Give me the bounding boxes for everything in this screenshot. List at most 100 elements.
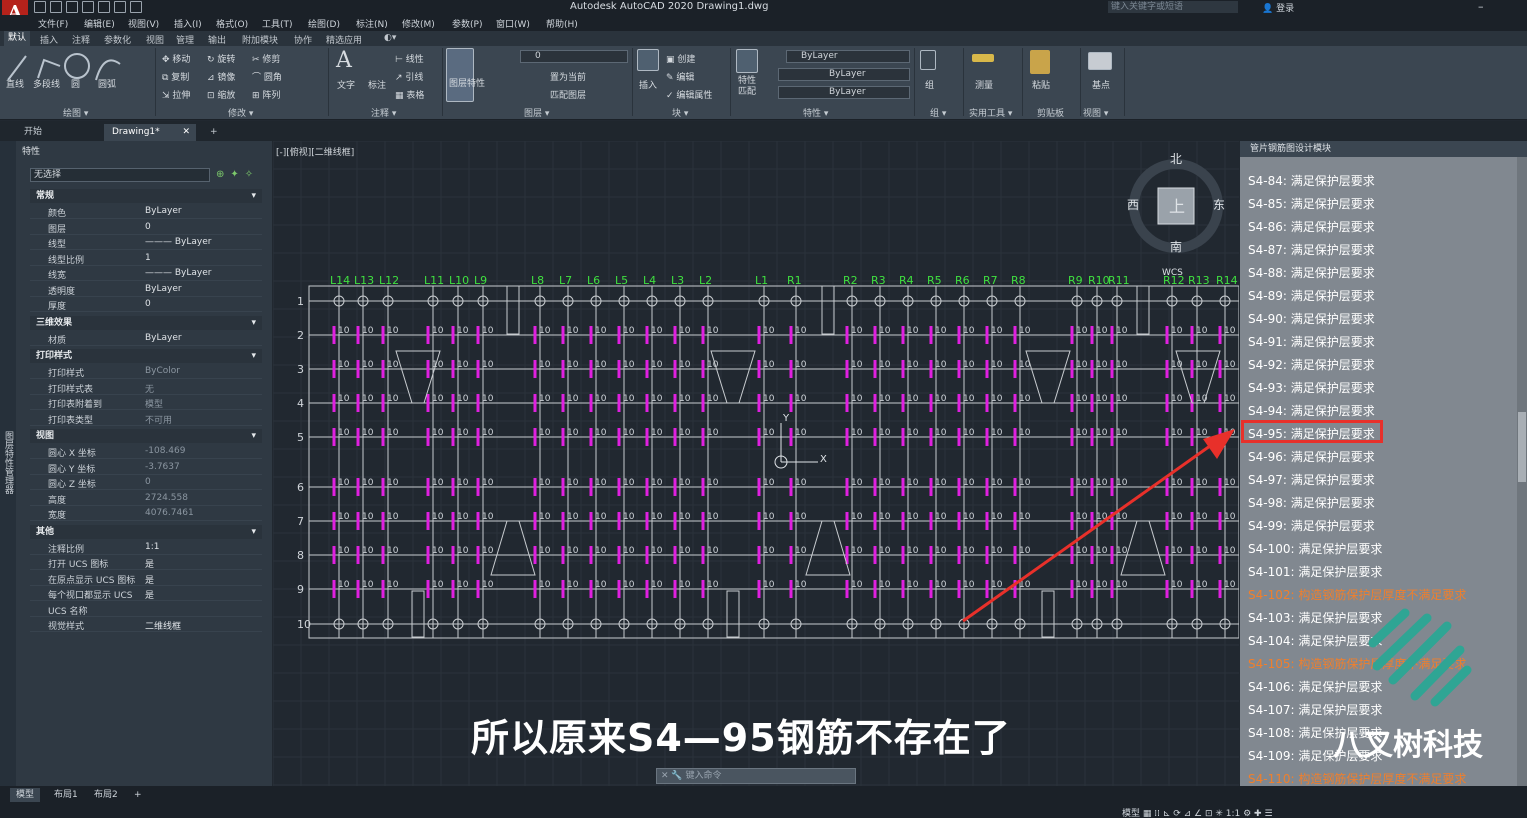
check-result-item[interactable]: S4-97: 满足保护层要求 <box>1248 471 1375 488</box>
check-result-item[interactable]: S4-85: 满足保护层要求 <box>1248 195 1375 212</box>
panel-title-properties[interactable]: 特性 ▾ <box>803 106 828 119</box>
selection-dropdown[interactable]: 无选择 <box>30 168 210 182</box>
check-result-item[interactable]: S4-100: 满足保护层要求 <box>1248 540 1382 557</box>
check-result-item[interactable]: S4-110: 构造钢筋保护层厚度不满足要求 <box>1248 770 1466 787</box>
check-result-item[interactable]: S4-91: 满足保护层要求 <box>1248 333 1375 350</box>
viewport-controls-label[interactable]: [-][俯视][二维线框] <box>276 145 354 158</box>
panel-title-annotation[interactable]: 注释 ▾ <box>371 106 396 119</box>
menu-item[interactable]: 修改(M) <box>402 17 435 30</box>
status-tools[interactable]: 模型 ▦ ⁞⁞ ⊾ ⟳ ⊿ ∠ ⊡ ✳ 1:1 ⚙ ✚ ☰ <box>1122 806 1273 818</box>
property-row[interactable]: 圆心 X 坐标 -108.469 <box>30 444 262 459</box>
insert-block-icon[interactable] <box>637 49 659 71</box>
viewcube-label[interactable]: 北 <box>1170 152 1182 166</box>
property-row[interactable]: 高度 2724.558 <box>30 491 262 506</box>
check-result-item[interactable]: S4-86: 满足保护层要求 <box>1248 218 1375 235</box>
add-layout-icon[interactable]: + <box>128 788 148 802</box>
property-row[interactable]: 打印样式 ByColor <box>30 364 262 379</box>
menu-item[interactable]: 文件(F) <box>38 17 68 30</box>
base-point-icon[interactable] <box>1088 52 1112 70</box>
draw-line-label[interactable]: 直线 <box>6 77 24 90</box>
viewcube-label[interactable]: 西 <box>1127 198 1139 212</box>
property-section-header[interactable]: 常规 ▾ <box>30 189 262 203</box>
property-row[interactable]: 颜色 ByLayer <box>30 204 262 219</box>
help-search-input[interactable]: 键入关键字或短语 <box>1108 1 1238 13</box>
save-as-icon[interactable] <box>82 1 94 13</box>
undo-icon[interactable] <box>114 1 126 13</box>
insert-block-label[interactable]: 插入 <box>639 78 657 91</box>
scrollbar-thumb[interactable] <box>1518 412 1526 482</box>
property-row[interactable]: 宽度 4076.7461 <box>30 506 262 521</box>
measure-icon[interactable] <box>972 54 994 62</box>
layer-select[interactable]: 0 <box>520 50 628 63</box>
check-result-item[interactable]: S4-99: 满足保护层要求 <box>1248 517 1375 534</box>
panel-title-group[interactable]: 组 ▾ <box>930 106 946 119</box>
ribbon-tab[interactable]: 输出 <box>208 33 226 46</box>
layer-properties-button[interactable] <box>446 48 474 102</box>
modify-copy[interactable]: ⧉ 复制 <box>162 70 189 83</box>
property-row[interactable]: 打印样式表 无 <box>30 380 262 395</box>
match-properties-label[interactable]: 特性匹配 <box>738 76 760 98</box>
property-row[interactable]: 每个视口都显示 UCS 是 <box>30 586 262 601</box>
menu-item[interactable]: 编辑(E) <box>84 17 115 30</box>
panel-title-modify[interactable]: 修改 ▾ <box>228 106 253 119</box>
annot-table[interactable]: ▦ 表格 <box>395 88 424 101</box>
panel-title-utilities[interactable]: 实用工具 ▾ <box>969 106 1012 119</box>
menu-item[interactable]: 参数(P) <box>452 17 482 30</box>
annot-leader[interactable]: ↗ 引线 <box>395 70 423 83</box>
property-row[interactable]: 线型比例 1 <box>30 251 262 266</box>
property-row[interactable]: 厚度 0 <box>30 297 262 312</box>
open-file-icon[interactable] <box>50 1 62 13</box>
command-line-input[interactable]: ✕ 🔧 键入命令 <box>656 768 856 784</box>
panel-title-view[interactable]: 视图 ▾ <box>1083 106 1108 119</box>
ribbon-toggle-icon[interactable]: ◐▾ <box>384 33 396 43</box>
tab-model[interactable]: 模型 <box>10 788 41 802</box>
property-row[interactable]: 打开 UCS 图标 是 <box>30 555 262 570</box>
text-tool-label[interactable]: 文字 <box>337 78 355 91</box>
measure-label[interactable]: 测量 <box>975 78 993 91</box>
property-row[interactable]: 打印表类型 不可用 <box>30 411 262 426</box>
tab-drawing1[interactable]: Drawing1* ✕ <box>104 124 196 141</box>
property-row[interactable]: 圆心 Y 坐标 -3.7637 <box>30 460 262 475</box>
check-result-item[interactable]: S4-90: 满足保护层要求 <box>1248 310 1375 327</box>
ribbon-tab[interactable]: 注释 <box>72 33 90 46</box>
modify-array[interactable]: ⊞ 阵列 <box>252 88 280 101</box>
plot-icon[interactable] <box>98 1 110 13</box>
ribbon-tab[interactable]: 视图 <box>146 33 164 46</box>
panel-title-clipboard[interactable]: 剪贴板 <box>1037 106 1064 119</box>
check-result-item[interactable]: S4-89: 满足保护层要求 <box>1248 287 1375 304</box>
annot-linear[interactable]: ⊢ 线性 <box>395 52 424 65</box>
ribbon-tab[interactable]: 默认 <box>4 31 31 46</box>
draw-circle-label[interactable]: 圆 <box>71 77 80 90</box>
modify-mirror[interactable]: ⊿ 镜像 <box>207 70 235 83</box>
ribbon-tab[interactable]: 参数化 <box>104 33 131 46</box>
block-edit[interactable]: ✎ 编辑 <box>666 70 694 83</box>
modify-trim[interactable]: ✂ 修剪 <box>252 52 280 65</box>
modify-move[interactable]: ✥ 移动 <box>162 52 190 65</box>
property-row[interactable]: 图层 0 <box>30 220 262 235</box>
property-section-header[interactable]: 三维效果 ▾ <box>30 315 262 330</box>
dim-tool-label[interactable]: 标注 <box>368 78 386 91</box>
property-row[interactable]: 线宽 ——— ByLayer <box>30 266 262 281</box>
paste-label[interactable]: 粘贴 <box>1032 78 1050 91</box>
menu-item[interactable]: 工具(T) <box>262 17 293 30</box>
tab-layout1[interactable]: 布局1 <box>48 788 84 802</box>
modify-fillet[interactable]: ⌒ 圆角 <box>252 70 282 83</box>
property-row[interactable]: 在原点显示 UCS 图标是 <box>30 571 262 586</box>
property-section-header[interactable]: 视图 ▾ <box>30 429 262 443</box>
property-row[interactable]: 注释比例 1:1 <box>30 540 262 555</box>
menu-item[interactable]: 插入(I) <box>174 17 202 30</box>
menu-item[interactable]: 格式(O) <box>216 17 248 30</box>
check-result-item[interactable]: S4-94: 满足保护层要求 <box>1248 402 1375 419</box>
close-icon[interactable]: ✕ <box>661 771 669 781</box>
property-section-header[interactable]: 其他 ▾ <box>30 524 262 539</box>
viewcube-label[interactable]: 上 <box>1169 197 1185 216</box>
property-row[interactable]: 圆心 Z 坐标 0 <box>30 475 262 490</box>
close-icon[interactable]: ✕ <box>182 124 190 141</box>
modify-stretch[interactable]: ⇲ 拉伸 <box>162 88 190 101</box>
viewcube-label[interactable]: 南 <box>1170 239 1182 254</box>
group-icon[interactable] <box>920 50 936 70</box>
collapse-icon[interactable]: ▾ <box>251 189 256 203</box>
tab-start[interactable]: 开始 <box>16 124 50 141</box>
check-result-item[interactable]: S4-87: 满足保护层要求 <box>1248 241 1375 258</box>
ribbon-tab[interactable]: 附加模块 <box>242 33 278 46</box>
